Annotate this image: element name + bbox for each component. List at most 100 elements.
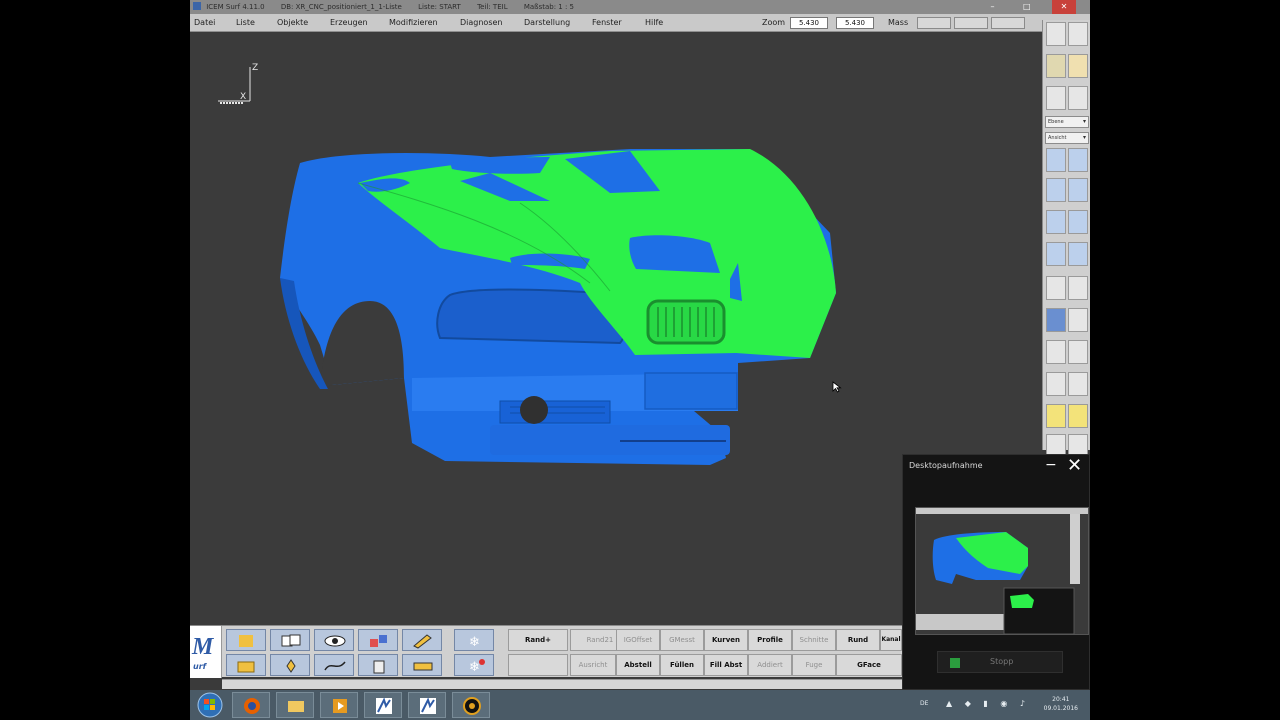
right-black-bar <box>1090 0 1280 720</box>
title-db: DB: XR_CNC_positioniert_1_1-Liste <box>280 3 402 11</box>
cmd-igoffset-button[interactable]: IGOffset <box>616 629 660 651</box>
cmd-gmesst-button[interactable]: GMesst <box>660 629 704 651</box>
tool-copy-icon[interactable] <box>270 629 310 651</box>
view-7-icon[interactable] <box>1046 242 1066 266</box>
toolbar-render-icon[interactable] <box>1046 22 1066 46</box>
zoom-out-icon[interactable] <box>1068 372 1088 396</box>
view-2-icon[interactable] <box>1068 148 1088 172</box>
cmd-kurven-button[interactable]: Kurven <box>704 629 748 651</box>
title-scale: Maßstab: 1 : 5 <box>523 3 574 11</box>
cmd-ausricht-button[interactable]: Ausricht <box>570 654 616 676</box>
bottom-command-panel: M urf ❄ ❄ Rand+ Rand21 IGOffset GMesst K… <box>190 625 902 678</box>
cmd-rund-button[interactable]: Rund <box>836 629 880 651</box>
toolbar-gray-dot-icon[interactable] <box>1046 86 1066 110</box>
menu-darstellung[interactable]: Darstellung <box>524 14 570 32</box>
tool-curve-icon[interactable] <box>314 654 354 676</box>
menu-objekte[interactable]: Objekte <box>277 14 308 32</box>
toolbar-red-dot-icon[interactable] <box>1068 86 1088 110</box>
mass-field-3[interactable] <box>991 17 1025 29</box>
menu-datei[interactable]: Datei <box>194 14 215 32</box>
cmd-schnitte-button[interactable]: Schnitte <box>792 629 836 651</box>
close-icon[interactable]: ✕ <box>1052 0 1076 14</box>
folder-icon <box>288 701 304 712</box>
cmd-rand-plus-button[interactable]: Rand+ <box>508 629 568 651</box>
tray-time: 20:41 <box>1052 696 1070 703</box>
cmd-addiert-button[interactable]: Addiert <box>748 654 792 676</box>
cmd-profile-button[interactable]: Profile <box>748 629 792 651</box>
tool-edit-icon[interactable] <box>226 629 266 651</box>
maximize-icon[interactable]: □ <box>1018 0 1036 14</box>
menu-fenster[interactable]: Fenster <box>592 14 622 32</box>
window-controls: – □ ✕ <box>984 0 1090 14</box>
toolbar-sphere-icon[interactable] <box>1046 54 1066 78</box>
cmd-gface-button[interactable]: GFace <box>836 654 902 676</box>
tray-language[interactable]: DE <box>920 700 928 707</box>
right-toolbar: Ebene Ansicht <box>1042 20 1090 458</box>
tool-snowflake-icon[interactable]: ❄ <box>454 629 494 651</box>
start-button-icon[interactable] <box>196 692 224 718</box>
recorder-stop-button[interactable]: Stopp <box>937 651 1063 673</box>
mass-field-1[interactable] <box>917 17 951 29</box>
view-1-icon[interactable] <box>1046 148 1066 172</box>
cmd-fuge-button[interactable]: Fuge <box>792 654 836 676</box>
mouse-icon[interactable] <box>1068 340 1088 364</box>
taskbar-recorder-button[interactable] <box>452 692 490 718</box>
view-5-icon[interactable] <box>1046 210 1066 234</box>
cmd-fuellen-button[interactable]: Füllen <box>660 654 704 676</box>
minimize-icon[interactable]: − <box>1045 457 1057 473</box>
toolbar-brush-icon[interactable] <box>1068 54 1088 78</box>
tray-icons[interactable]: ▲ ◆ ▮ ◉ ♪ <box>946 699 1030 708</box>
taskbar-firefox-button[interactable] <box>232 692 270 718</box>
menu-diagnosen[interactable]: Diagnosen <box>460 14 503 32</box>
tool-folder-icon[interactable] <box>226 654 266 676</box>
view-6-icon[interactable] <box>1068 210 1088 234</box>
taskbar-media-button[interactable] <box>320 692 358 718</box>
menu-hilfe[interactable]: Hilfe <box>645 14 663 32</box>
taskbar-icem-2-button[interactable] <box>408 692 446 718</box>
arrow-icon[interactable] <box>1068 276 1088 300</box>
close-icon[interactable]: ✕ <box>1067 455 1082 476</box>
cube-icon[interactable] <box>1046 308 1066 332</box>
menu-modifizieren[interactable]: Modifizieren <box>389 14 438 32</box>
zoom-field-2[interactable]: 5.430 <box>836 17 874 29</box>
taskbar-explorer-button[interactable] <box>276 692 314 718</box>
media-player-icon <box>333 699 347 713</box>
tool-eye-icon[interactable] <box>314 629 354 651</box>
sheet-icon[interactable] <box>1068 308 1088 332</box>
cmd-abstell-button[interactable]: Abstell <box>616 654 660 676</box>
taskbar-icem-1-button[interactable] <box>364 692 402 718</box>
cmd-fill-abst-button[interactable]: Fill Abst <box>704 654 748 676</box>
tool-blocks-icon[interactable] <box>358 629 398 651</box>
zoom-in-icon[interactable] <box>1046 372 1066 396</box>
tray-clock[interactable]: 20:41 09.01.2016 <box>1044 695 1078 713</box>
menu-erzeugen[interactable]: Erzeugen <box>330 14 368 32</box>
tool-move-icon[interactable] <box>270 654 310 676</box>
smiley-icon[interactable] <box>1046 404 1066 428</box>
status-line <box>222 679 902 689</box>
toolbar-diagnose-icon[interactable] <box>1068 22 1088 46</box>
ansicht-select[interactable]: Ansicht <box>1045 132 1089 144</box>
preview-thumbnail-icon <box>916 508 1088 634</box>
view-3-icon[interactable] <box>1046 178 1066 202</box>
ebene-select[interactable]: Ebene <box>1045 116 1089 128</box>
left-black-bar <box>0 0 190 720</box>
tool-measure-icon[interactable] <box>402 654 442 676</box>
zoom-field-1[interactable]: 5.430 <box>790 17 828 29</box>
view-8-icon[interactable] <box>1068 242 1088 266</box>
pen-icon[interactable] <box>1046 276 1066 300</box>
logo-letter: M <box>192 634 214 660</box>
face-icon[interactable] <box>1068 404 1088 428</box>
mass-field-2[interactable] <box>954 17 988 29</box>
firefox-icon <box>244 698 260 714</box>
light-icon[interactable] <box>1046 340 1066 364</box>
menu-bar: Datei Liste Objekte Erzeugen Modifiziere… <box>190 14 1090 32</box>
tool-snowflake-red-icon[interactable]: ❄ <box>454 654 494 676</box>
cmd-kanal-button[interactable]: Kanal <box>880 629 902 651</box>
minimize-icon[interactable]: – <box>984 0 1002 14</box>
cmd-empty-button[interactable] <box>508 654 568 676</box>
view-4-icon[interactable] <box>1068 178 1088 202</box>
tool-pencil-icon[interactable] <box>402 629 442 651</box>
title-app: ICEM Surf 4.11.0 <box>206 3 265 11</box>
tool-delete-icon[interactable] <box>358 654 398 676</box>
menu-liste[interactable]: Liste <box>236 14 255 32</box>
